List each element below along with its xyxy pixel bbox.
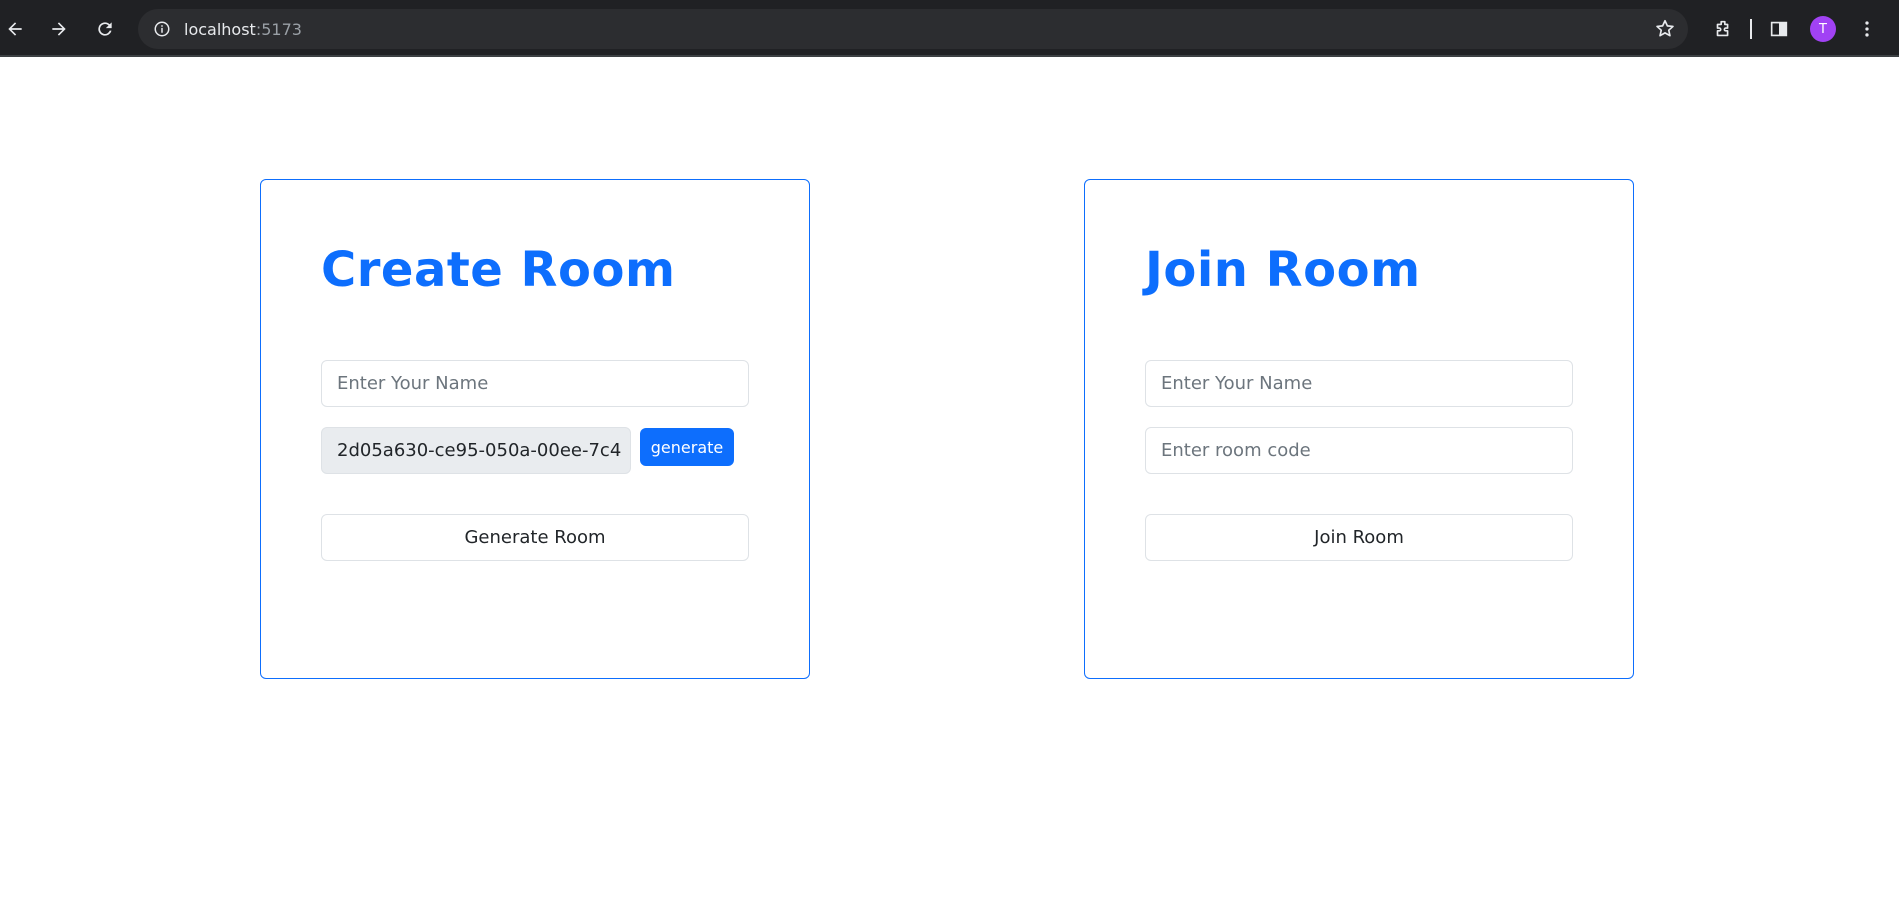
create-room-title: Create Room — [321, 242, 676, 298]
join-room-card: Join Room Enter Your Name Enter room cod… — [1084, 179, 1634, 679]
profile-button[interactable]: T — [1808, 14, 1838, 44]
site-info-icon — [154, 21, 170, 37]
toolbar-divider — [1750, 19, 1752, 39]
join-name-input[interactable]: Enter Your Name — [1145, 360, 1573, 407]
more-menu-icon — [1865, 21, 1869, 37]
back-arrow-icon — [8, 22, 22, 36]
avatar: T — [1810, 16, 1836, 42]
url-port: :5173 — [255, 19, 302, 39]
site-info-button[interactable] — [142, 9, 182, 49]
generate-room-button[interactable]: Generate Room — [321, 514, 749, 561]
forward-button[interactable] — [44, 14, 74, 44]
join-room-title: Join Room — [1145, 242, 1421, 298]
url-host: localhost — [184, 19, 256, 39]
reload-icon — [98, 22, 112, 36]
generate-id-button[interactable]: generate — [640, 428, 734, 466]
create-room-card: Create Room Enter Your Name 2d05a630-ce9… — [260, 179, 810, 679]
room-id-field[interactable]: 2d05a630-ce95-050a-00ee-7c4 — [321, 427, 631, 474]
address-bar[interactable]: localhost:5173 — [138, 9, 1688, 49]
side-panel-button[interactable] — [1764, 14, 1794, 44]
url-text: localhost:5173 — [184, 20, 302, 39]
create-name-input[interactable]: Enter Your Name — [321, 360, 749, 407]
extensions-icon — [1716, 20, 1729, 37]
room-code-input[interactable]: Enter room code — [1145, 427, 1573, 474]
star-icon[interactable] — [1654, 18, 1676, 40]
back-button[interactable] — [0, 14, 30, 44]
browser-toolbar: localhost:5173 T — [0, 0, 1899, 57]
extensions-button[interactable] — [1708, 14, 1738, 44]
side-panel-icon — [1770, 21, 1788, 37]
more-menu-button[interactable] — [1852, 14, 1882, 44]
forward-arrow-icon — [52, 22, 66, 36]
join-room-button[interactable]: Join Room — [1145, 514, 1573, 561]
reload-button[interactable] — [90, 14, 120, 44]
